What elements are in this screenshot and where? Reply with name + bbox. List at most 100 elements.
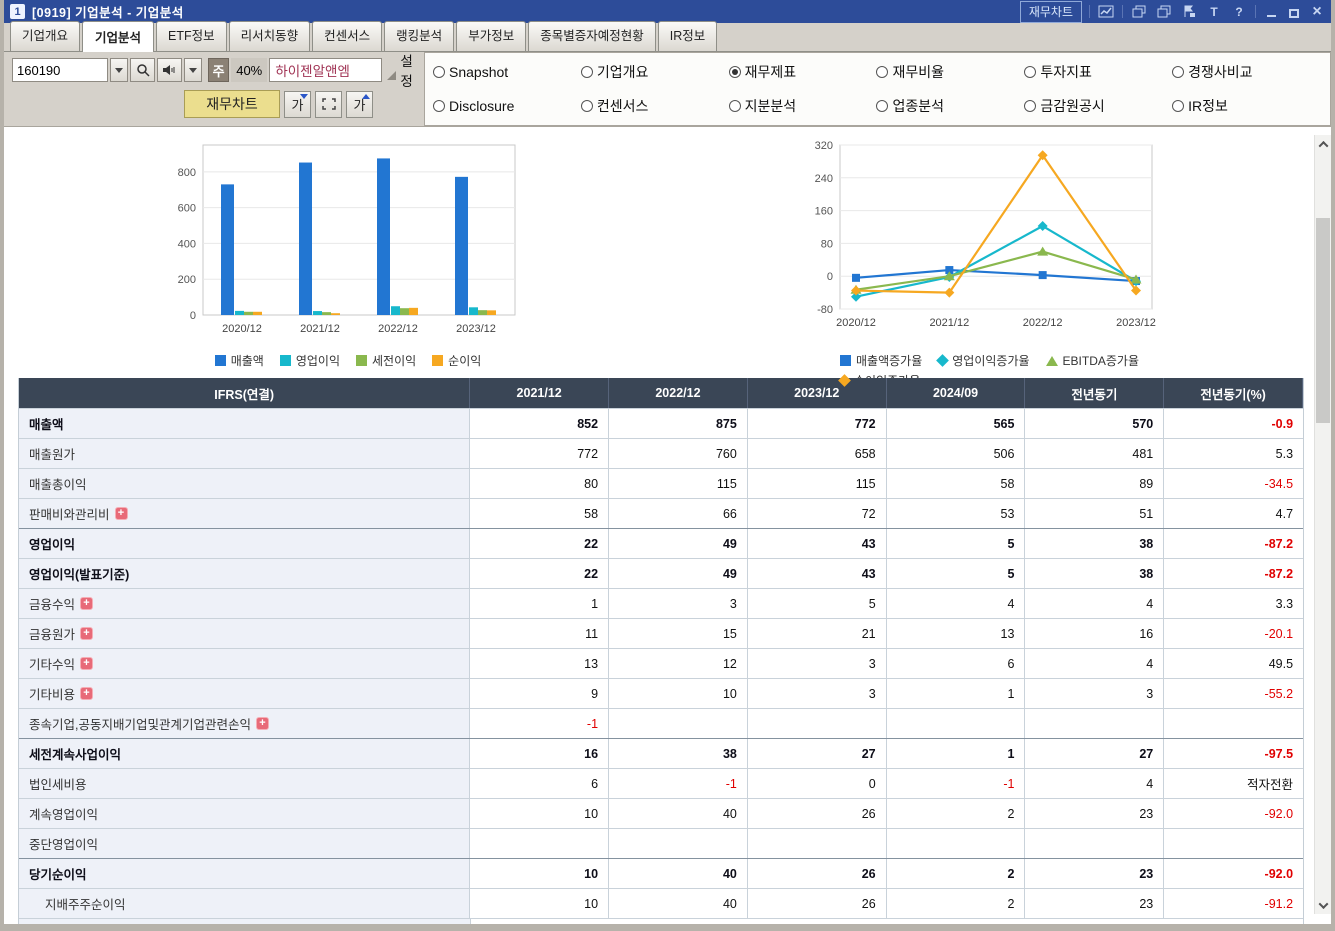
radio-snapshot[interactable]: Snapshot xyxy=(433,62,581,82)
table-cell: 1 xyxy=(887,739,1026,768)
scrollbar-track[interactable] xyxy=(1315,153,1331,896)
table-cell: 760 xyxy=(609,439,748,468)
tab-etf-info[interactable]: ETF정보 xyxy=(156,21,227,51)
table-cell: 22 xyxy=(470,559,610,588)
row-label: 금융원가 + xyxy=(19,619,471,648)
svg-text:800: 800 xyxy=(178,167,196,179)
radio-consensus[interactable]: 컨센서스 xyxy=(580,96,729,116)
close-button[interactable]: × xyxy=(1309,3,1325,19)
row-label-text: 기타수익 xyxy=(29,658,76,672)
stock-name-field[interactable]: 하이젠알앤엠 xyxy=(269,58,383,82)
row-label-text: 영업이익(발표기준) xyxy=(29,568,130,582)
maximize-button[interactable] xyxy=(1286,5,1302,19)
expand-plus-icon[interactable]: + xyxy=(255,717,269,730)
table-cell: 53 xyxy=(887,499,1026,528)
financial-chart-button[interactable]: 재무차트 xyxy=(184,90,280,118)
tab-research-trend[interactable]: 리서치동향 xyxy=(228,21,311,51)
legend-label: 순이익 xyxy=(448,354,482,368)
pin-lock-icon[interactable] xyxy=(1180,4,1198,20)
radio-ownership-analysis[interactable]: 지분분석 xyxy=(728,96,877,116)
legend-label: 영업이익 xyxy=(295,354,340,368)
svg-text:2022/12: 2022/12 xyxy=(1023,317,1063,329)
radio-financial-statements[interactable]: 재무제표 xyxy=(728,62,877,82)
tab-additional-info[interactable]: 부가정보 xyxy=(456,21,527,51)
radio-financial-ratio[interactable]: 재무비율 xyxy=(876,62,1024,82)
row-label-text: 중단영업이익 xyxy=(29,838,99,852)
table-cell: 5 xyxy=(748,589,887,618)
radio-label: 금감원공시 xyxy=(1040,98,1105,114)
column-header: IFRS(연결) xyxy=(19,378,471,408)
row-label-text: 금융원가 xyxy=(29,628,76,642)
radio-ir-info[interactable]: IR정보 xyxy=(1172,96,1320,116)
stock-code-input[interactable] xyxy=(12,58,108,82)
radio-fss-disclosure[interactable]: 금감원공시 xyxy=(1024,96,1172,116)
expand-plus-icon[interactable]: + xyxy=(80,657,94,670)
tab-company-analysis[interactable]: 기업분석 xyxy=(82,21,155,52)
titlebar-financial-chart-button[interactable]: 재무차트 xyxy=(1019,0,1082,23)
table-cell: 1 xyxy=(470,589,610,618)
charts-row: 0 200 400 600 800 2020/12 2021/12 2022/12 2023/1… xyxy=(4,127,1331,388)
fit-screen-button[interactable] xyxy=(315,90,342,118)
table-cell: -0.9 xyxy=(1271,416,1294,431)
font-increase-button[interactable]: 가 xyxy=(346,90,373,118)
table-cell: -91.2 xyxy=(1264,896,1294,911)
resize-grip-icon xyxy=(387,70,397,80)
scrollbar-thumb[interactable] xyxy=(1316,218,1330,423)
radio-disclosure[interactable]: Disclosure xyxy=(433,96,581,116)
radio-investment-indicators[interactable]: 투자지표 xyxy=(1024,62,1172,82)
svg-text:-80: -80 xyxy=(817,304,833,316)
radio-peer-comparison[interactable]: 경쟁사비교 xyxy=(1172,62,1320,82)
table-cell: 2 xyxy=(887,889,1026,918)
svg-text:2023/12: 2023/12 xyxy=(456,323,496,335)
search-button[interactable] xyxy=(130,58,156,82)
row-label-text: 법인세비용 xyxy=(29,778,87,792)
expand-plus-icon[interactable]: + xyxy=(114,507,128,520)
table-row: 당기순이익 10 40 26 2 23 -92.0 xyxy=(19,858,1303,888)
tab-consensus[interactable]: 컨센서스 xyxy=(312,21,383,51)
table-cell xyxy=(887,709,1026,738)
restore-window-icon[interactable] xyxy=(1130,4,1148,20)
table-cell: 49 xyxy=(609,559,748,588)
table-cell: 115 xyxy=(748,469,887,498)
tab-ranking-analysis[interactable]: 랭킹분석 xyxy=(384,21,455,51)
column-header: 2024/09 xyxy=(886,378,1026,408)
table-cell xyxy=(609,709,748,738)
table-row: 매출총이익 80 115 115 58 89 -34.5 xyxy=(19,468,1303,498)
table-cell: -34.5 xyxy=(1264,476,1294,491)
period-week-button[interactable]: 주 xyxy=(208,58,230,82)
help-icon[interactable]: ? xyxy=(1230,4,1248,20)
tab-rights-issue-schedule[interactable]: 종목별증자예정현황 xyxy=(528,21,656,51)
column-header: 전년동기(%) xyxy=(1164,378,1303,408)
tab-ir-info[interactable]: IR정보 xyxy=(657,21,718,51)
voice-dropdown-button[interactable] xyxy=(183,58,203,82)
vertical-scrollbar[interactable] xyxy=(1314,135,1331,914)
font-decrease-button[interactable]: 가 xyxy=(284,90,311,118)
legend-swatch-icon xyxy=(936,354,950,367)
svg-text:2023/12: 2023/12 xyxy=(1116,317,1156,329)
radio-label: 업종분석 xyxy=(892,98,945,114)
table-cell: -87.2 xyxy=(1264,566,1294,581)
expand-plus-icon[interactable]: + xyxy=(80,597,94,610)
table-cell: 1 xyxy=(887,679,1026,708)
settings-label[interactable]: 설정 xyxy=(400,50,424,90)
code-dropdown-button[interactable] xyxy=(110,58,129,82)
expand-plus-icon[interactable]: + xyxy=(80,627,94,640)
chart-icon[interactable] xyxy=(1097,4,1115,20)
radio-label: 재무비율 xyxy=(892,64,945,80)
legend-label: 세전이익 xyxy=(372,354,417,368)
tab-company-overview[interactable]: 기업개요 xyxy=(10,21,81,51)
scroll-up-button[interactable] xyxy=(1315,135,1331,153)
column-header: 2022/12 xyxy=(609,378,748,408)
radio-industry-analysis[interactable]: 업종분석 xyxy=(876,96,1024,116)
radio-company-overview[interactable]: 기업개요 xyxy=(580,62,729,82)
table-cell: 80 xyxy=(470,469,610,498)
cascade-windows-icon[interactable] xyxy=(1155,4,1173,20)
expand-plus-icon[interactable]: + xyxy=(80,687,94,700)
radio-label: IR정보 xyxy=(1188,98,1228,114)
voice-button[interactable] xyxy=(157,58,182,82)
font-settings-icon[interactable]: T xyxy=(1205,4,1223,20)
table-cell: -92.0 xyxy=(1264,866,1294,881)
radio-label: 기업개요 xyxy=(596,64,649,80)
scroll-down-button[interactable] xyxy=(1315,896,1331,914)
minimize-button[interactable] xyxy=(1263,5,1279,19)
